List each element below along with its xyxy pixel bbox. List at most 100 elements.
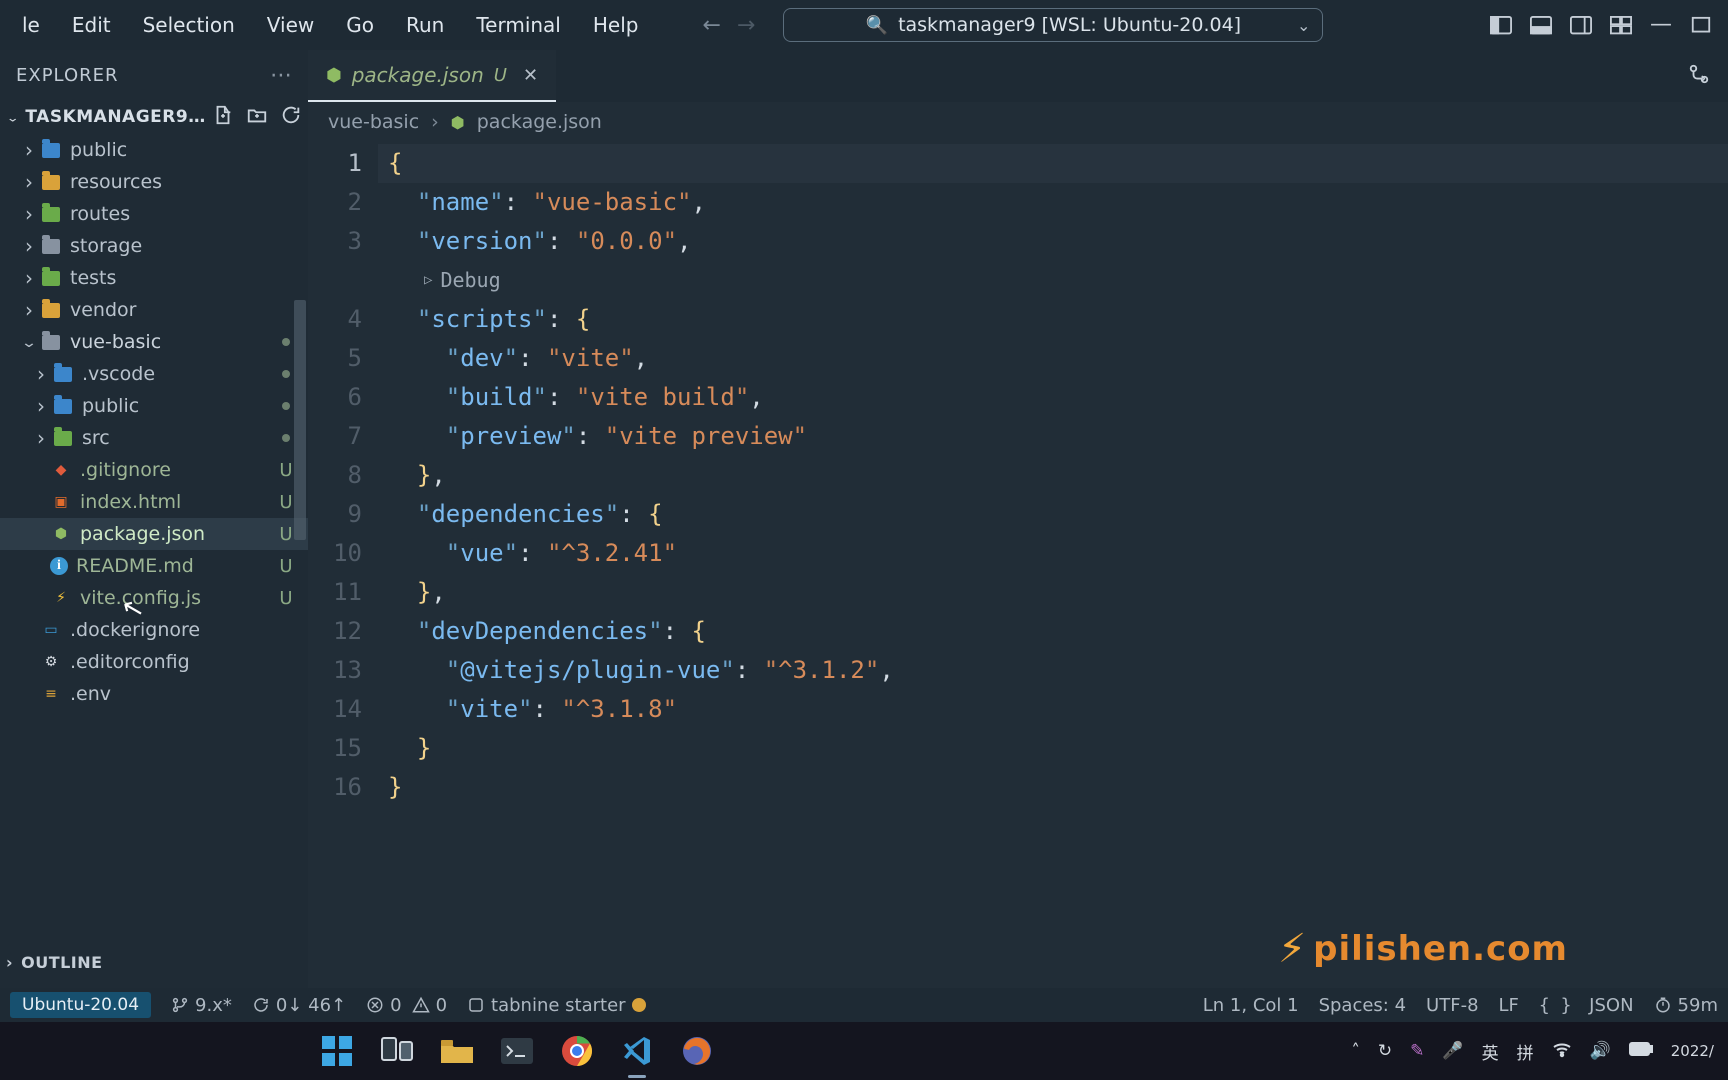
- tray-wifi-icon[interactable]: [1552, 1041, 1572, 1062]
- menu-bar: le Edit Selection View Go Run Terminal H…: [0, 0, 1728, 50]
- menu-terminal[interactable]: Terminal: [462, 9, 575, 41]
- chevron-right-icon: ›: [6, 953, 13, 972]
- codelens-debug[interactable]: ▷Debug: [388, 261, 1728, 300]
- tray-chevron-up-icon[interactable]: ˄: [1351, 1041, 1360, 1061]
- folder-routes[interactable]: ›routes: [0, 198, 308, 230]
- bolt-icon: ⚡: [1278, 926, 1307, 972]
- menu-edit[interactable]: Edit: [58, 9, 125, 41]
- window-title: taskmanager9 [WSL: Ubuntu-20.04]: [898, 14, 1241, 36]
- explorer-sidebar: EXPLORER ⋯ ⌄ TASKMANAGER9… ›public›resou…: [0, 50, 308, 1010]
- time-tracker[interactable]: 59m: [1654, 995, 1718, 1016]
- taskbar-vscode[interactable]: [616, 1030, 658, 1072]
- code-content[interactable]: { "name": "vue-basic", "version": "0.0.0…: [378, 142, 1728, 1010]
- folder-tests[interactable]: ›tests: [0, 262, 308, 294]
- tray-ime1[interactable]: 英: [1482, 1039, 1499, 1064]
- breadcrumb-folder[interactable]: vue-basic: [328, 111, 419, 133]
- folder-storage[interactable]: ›storage: [0, 230, 308, 262]
- menu-selection[interactable]: Selection: [129, 9, 249, 41]
- toggle-panel-icon[interactable]: [1530, 16, 1552, 34]
- nodejs-icon: ⬢: [451, 113, 465, 132]
- taskbar-terminal[interactable]: [496, 1030, 538, 1072]
- eol[interactable]: LF: [1499, 995, 1519, 1016]
- branch-name: 9.x*: [195, 995, 232, 1016]
- tray-sync-icon[interactable]: ↻: [1378, 1041, 1392, 1061]
- file--editorconfig[interactable]: ⚙.editorconfig: [0, 646, 308, 678]
- watermark: ⚡ pilishen.com: [1278, 926, 1568, 972]
- folder-vue-basic[interactable]: ⌄vue-basic: [0, 326, 308, 358]
- folder-resources[interactable]: ›resources: [0, 166, 308, 198]
- window-maximize-icon[interactable]: [1690, 16, 1712, 34]
- file-package-json[interactable]: ⬢package.jsonU: [0, 518, 308, 550]
- code-editor[interactable]: 12345678910111213141516 { "name": "vue-b…: [308, 142, 1728, 1010]
- tab-package-json[interactable]: ⬢ package.json U ✕: [308, 50, 556, 102]
- menu-go[interactable]: Go: [332, 9, 388, 41]
- tabnine-status[interactable]: tabnine starter: [467, 995, 646, 1016]
- folder-public[interactable]: ›public: [0, 134, 308, 166]
- encoding[interactable]: UTF-8: [1426, 995, 1478, 1016]
- git-branch[interactable]: 9.x*: [171, 995, 232, 1016]
- cursor-position[interactable]: Ln 1, Col 1: [1203, 995, 1299, 1016]
- file--env[interactable]: ≡.env: [0, 678, 308, 710]
- folder-public[interactable]: ›public: [0, 390, 308, 422]
- menu-run[interactable]: Run: [392, 9, 458, 41]
- taskbar-explorer[interactable]: [436, 1030, 478, 1072]
- explorer-title: EXPLORER: [16, 65, 119, 86]
- toggle-secondary-sidebar-icon[interactable]: [1570, 16, 1592, 34]
- sidebar-scrollbar[interactable]: [294, 300, 306, 540]
- indentation[interactable]: Spaces: 4: [1319, 995, 1406, 1016]
- command-center[interactable]: 🔍 taskmanager9 [WSL: Ubuntu-20.04] ⌄: [783, 8, 1323, 42]
- explorer-more-icon[interactable]: ⋯: [270, 63, 292, 88]
- tab-label: package.json: [352, 63, 484, 87]
- refresh-icon[interactable]: [280, 104, 302, 130]
- problems-warnings[interactable]: 0: [412, 995, 447, 1016]
- remote-indicator[interactable]: Ubuntu-20.04: [10, 992, 151, 1018]
- error-count: 0: [390, 995, 401, 1016]
- sync-status[interactable]: 0↓ 46↑: [252, 995, 346, 1016]
- folder--vscode[interactable]: ›.vscode: [0, 358, 308, 390]
- outline-section[interactable]: › OUTLINE: [0, 946, 308, 978]
- editor-panel: ⬢ package.json U ✕ vue-basic › ⬢ package…: [308, 50, 1728, 1010]
- nodejs-icon: ⬢: [326, 65, 342, 86]
- customize-layout-icon[interactable]: [1610, 16, 1632, 34]
- menu-file[interactable]: le: [8, 9, 54, 41]
- taskbar-chrome[interactable]: [556, 1030, 598, 1072]
- sync-counts: 0↓ 46↑: [276, 995, 346, 1016]
- language-mode[interactable]: { } JSON: [1539, 995, 1634, 1016]
- menu-help[interactable]: Help: [579, 9, 653, 41]
- workspace-header[interactable]: ⌄ TASKMANAGER9…: [0, 100, 308, 134]
- folder-vendor[interactable]: ›vendor: [0, 294, 308, 326]
- tray-feather-icon[interactable]: ✎: [1410, 1041, 1424, 1061]
- tray-volume-icon[interactable]: 🔊: [1590, 1041, 1611, 1061]
- new-folder-icon[interactable]: [246, 104, 268, 130]
- menu-view[interactable]: View: [253, 9, 328, 41]
- nav-forward-icon[interactable]: →: [737, 13, 755, 38]
- tab-status-badge: U: [494, 65, 507, 86]
- close-icon[interactable]: ✕: [523, 65, 538, 86]
- tray-clock[interactable]: 2022/: [1671, 1042, 1714, 1060]
- taskbar-task-view[interactable]: [376, 1030, 418, 1072]
- taskbar-start[interactable]: [316, 1030, 358, 1072]
- file-vite-config-js[interactable]: ⚡vite.config.jsU: [0, 582, 308, 614]
- breadcrumb[interactable]: vue-basic › ⬢ package.json: [308, 102, 1728, 142]
- lang-label: JSON: [1589, 995, 1633, 1016]
- chevron-down-icon[interactable]: ⌄: [1297, 16, 1310, 35]
- nav-back-icon[interactable]: ←: [702, 13, 720, 38]
- toggle-primary-sidebar-icon[interactable]: [1490, 16, 1512, 34]
- file--gitignore[interactable]: ◆.gitignoreU: [0, 454, 308, 486]
- taskbar-firefox[interactable]: [676, 1030, 718, 1072]
- problems-errors[interactable]: 0: [366, 995, 401, 1016]
- tray-mic-icon[interactable]: 🎤: [1442, 1041, 1463, 1061]
- warning-count: 0: [436, 995, 447, 1016]
- tray-battery-icon[interactable]: [1629, 1041, 1653, 1061]
- tray-ime2[interactable]: 拼: [1517, 1039, 1534, 1064]
- breadcrumb-file[interactable]: package.json: [477, 111, 602, 133]
- new-file-icon[interactable]: [212, 104, 234, 130]
- compare-changes-icon[interactable]: [1688, 63, 1710, 90]
- window-minimize-icon[interactable]: —: [1650, 16, 1672, 34]
- tabnine-dot-icon: [632, 998, 646, 1012]
- file-index-html[interactable]: ▣index.htmlU: [0, 486, 308, 518]
- folder-src[interactable]: ›src: [0, 422, 308, 454]
- file-readme-md[interactable]: iREADME.mdU: [0, 550, 308, 582]
- tabnine-label: tabnine starter: [491, 995, 626, 1016]
- file--dockerignore[interactable]: ▭.dockerignore: [0, 614, 308, 646]
